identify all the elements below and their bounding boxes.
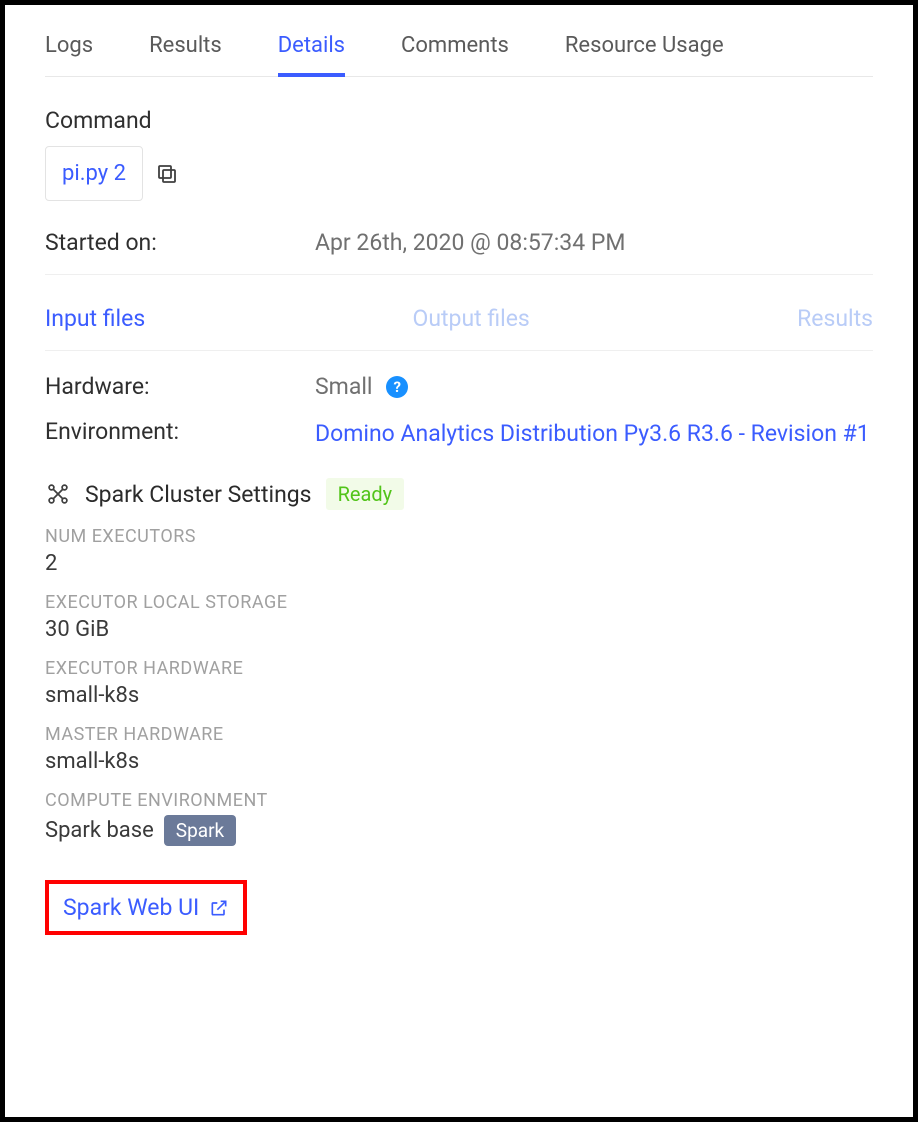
hardware-text: Small — [315, 373, 373, 400]
environment-label: Environment: — [45, 418, 315, 445]
num-executors-label: NUM EXECUTORS — [45, 526, 873, 547]
external-link-icon[interactable] — [209, 898, 229, 918]
divider — [45, 274, 873, 275]
results-tab: Results — [797, 305, 873, 332]
spark-web-ui-highlight: Spark Web UI — [45, 880, 247, 935]
executor-storage-label: EXECUTOR LOCAL STORAGE — [45, 592, 873, 613]
executor-hardware-label: EXECUTOR HARDWARE — [45, 658, 873, 679]
started-on-row: Started on: Apr 26th, 2020 @ 08:57:34 PM — [45, 229, 873, 256]
environment-link[interactable]: Domino Analytics Distribution Py3.6 R3.6… — [315, 418, 873, 450]
tab-results[interactable]: Results — [149, 25, 222, 76]
tab-comments[interactable]: Comments — [401, 25, 509, 76]
copy-icon[interactable] — [155, 162, 179, 186]
spark-settings-title: Spark Cluster Settings — [85, 481, 312, 508]
hardware-value: Small ? — [315, 373, 873, 400]
spark-web-ui-link[interactable]: Spark Web UI — [63, 894, 199, 921]
divider — [45, 350, 873, 351]
master-hardware-label: MASTER HARDWARE — [45, 724, 873, 745]
tab-bar: Logs Results Details Comments Resource U… — [45, 25, 873, 77]
executor-storage-value: 30 GiB — [45, 617, 873, 642]
spark-status-badge: Ready — [326, 478, 405, 510]
hardware-row: Hardware: Small ? — [45, 373, 873, 400]
spark-chip: Spark — [164, 815, 236, 846]
compute-env-value: Spark base Spark — [45, 815, 873, 846]
num-executors-value: 2 — [45, 551, 873, 576]
executor-hardware-value: small-k8s — [45, 683, 873, 708]
input-files-tab[interactable]: Input files — [45, 305, 145, 332]
output-files-tab: Output files — [413, 305, 530, 332]
started-on-label: Started on: — [45, 229, 315, 256]
help-icon[interactable]: ? — [386, 376, 408, 398]
tab-logs[interactable]: Logs — [45, 25, 93, 76]
environment-row: Environment: Domino Analytics Distributi… — [45, 418, 873, 450]
compute-env-text: Spark base — [45, 818, 154, 843]
files-tabs: Input files Output files Results — [45, 305, 873, 332]
spark-settings-header: Spark Cluster Settings Ready — [45, 478, 873, 510]
compute-env-label: COMPUTE ENVIRONMENT — [45, 790, 873, 811]
tab-resource-usage[interactable]: Resource Usage — [565, 25, 724, 76]
hardware-label: Hardware: — [45, 373, 315, 400]
command-label: Command — [45, 107, 873, 134]
master-hardware-value: small-k8s — [45, 749, 873, 774]
cluster-icon — [45, 481, 71, 507]
started-on-value: Apr 26th, 2020 @ 08:57:34 PM — [315, 229, 873, 256]
command-value: pi.py 2 — [45, 146, 143, 201]
tab-details[interactable]: Details — [278, 25, 345, 76]
command-row: pi.py 2 — [45, 146, 873, 201]
